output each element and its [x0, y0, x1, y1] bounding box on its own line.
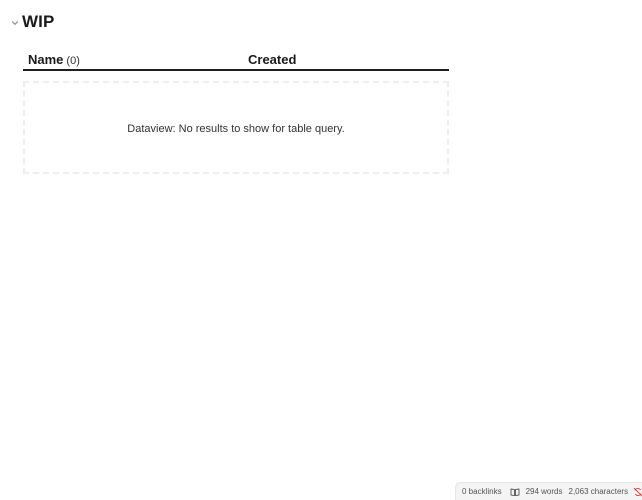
empty-results-box: Dataview: No results to show for table q… [23, 81, 449, 174]
column-header-name-label: Name [28, 52, 64, 67]
empty-results-message: Dataview: No results to show for table q… [127, 122, 345, 135]
column-header-created[interactable]: Created [248, 52, 296, 67]
result-count: (0) [66, 55, 80, 67]
status-bar: 0 backlinks 294 words 2,063 characters [455, 482, 642, 500]
chevron-down-icon[interactable] [10, 18, 20, 28]
character-count: 2,063 characters [568, 487, 629, 496]
dataview-table: Name (0) Created Dataview: No results to … [23, 50, 449, 174]
heading-row: WIP [10, 11, 54, 33]
word-count: 294 words [525, 487, 563, 496]
table-header: Name (0) Created [23, 50, 449, 71]
backlinks-count[interactable]: 0 backlinks [462, 487, 502, 496]
column-header-name[interactable]: Name (0) [28, 52, 80, 67]
heading-title: WIP [22, 12, 55, 31]
sync-error-icon[interactable] [633, 487, 642, 497]
book-open-icon[interactable] [510, 487, 520, 497]
